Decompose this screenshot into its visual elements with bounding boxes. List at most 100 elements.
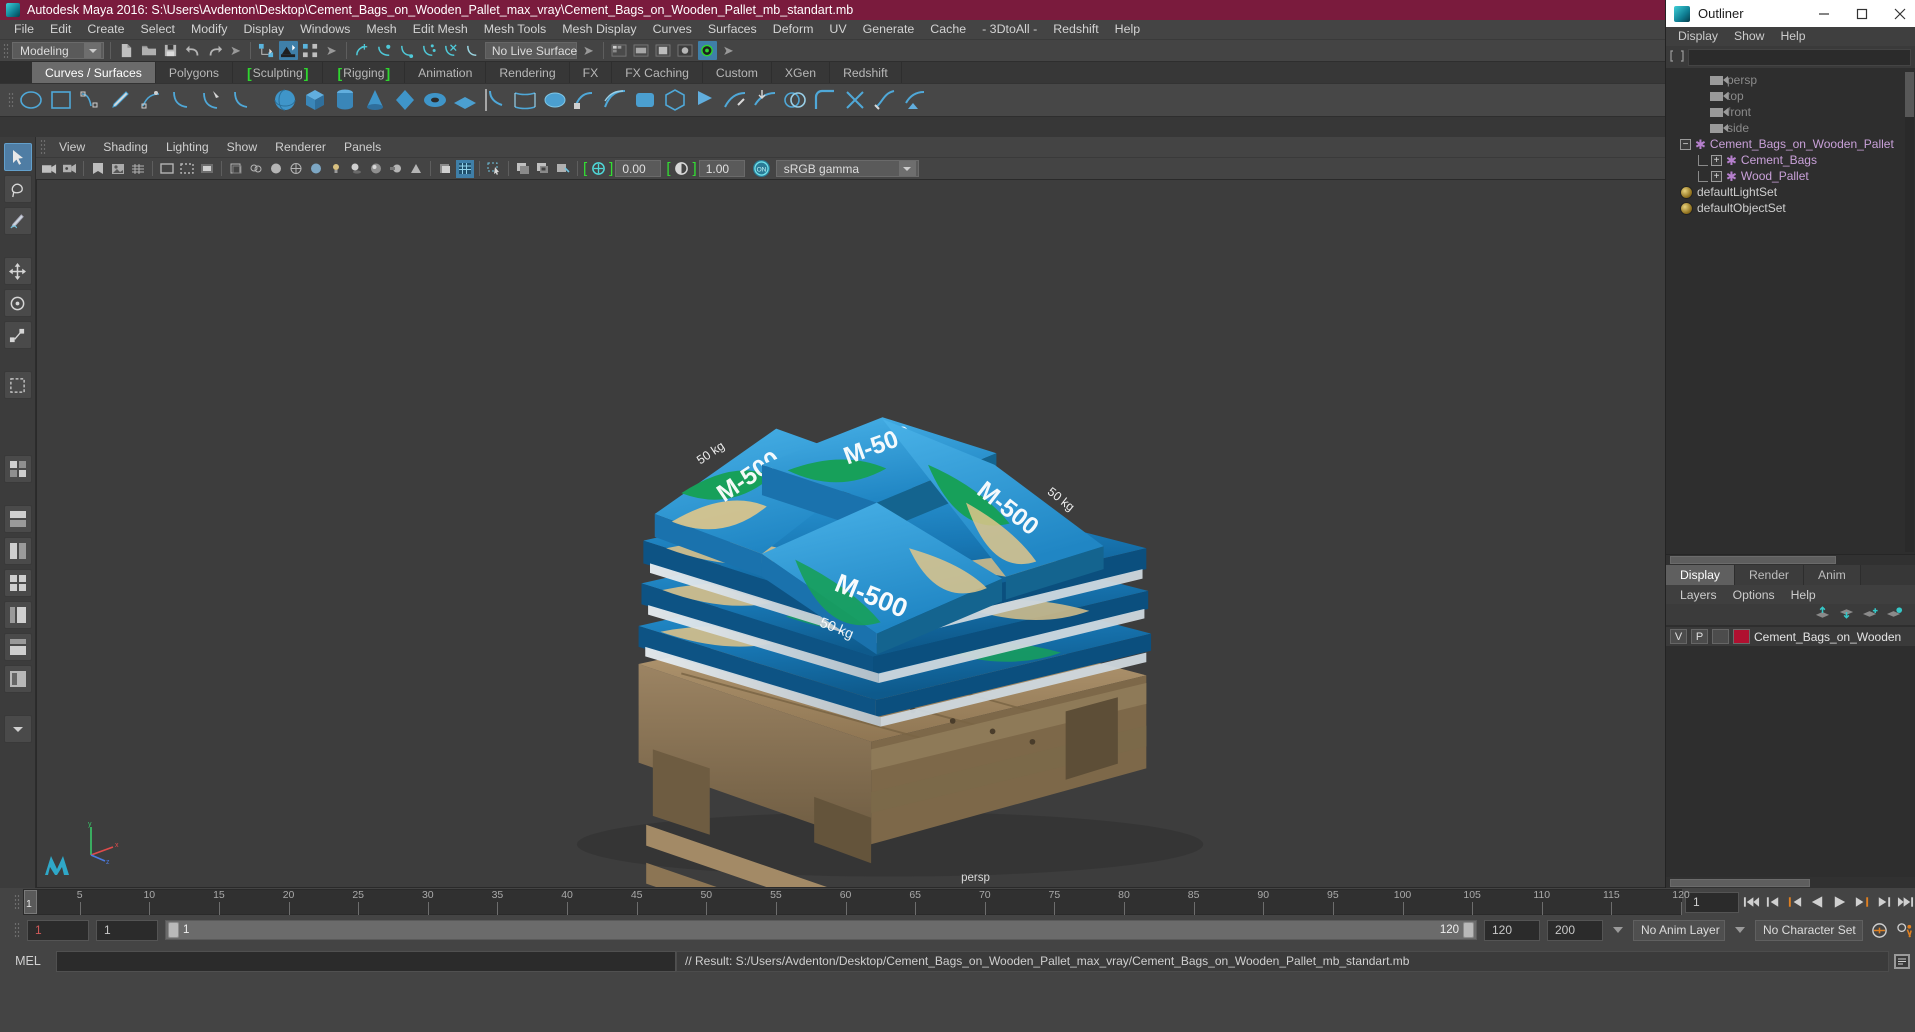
- ipr-render-icon[interactable]: [632, 41, 651, 60]
- menu-item-curves[interactable]: Curves: [645, 20, 700, 39]
- menu-item-generate[interactable]: Generate: [855, 20, 923, 39]
- auto-keyframe-icon[interactable]: [1870, 920, 1889, 941]
- cube-icon[interactable]: [302, 87, 328, 113]
- character-set-field[interactable]: No Character Set: [1755, 919, 1863, 941]
- torus-icon[interactable]: [422, 87, 448, 113]
- menu-item-cache[interactable]: Cache: [922, 20, 974, 39]
- outliner-search-input[interactable]: [1688, 48, 1911, 66]
- single-pane-layout[interactable]: [3, 455, 32, 483]
- wireframe-icon[interactable]: [287, 160, 305, 178]
- move-layer-up-icon[interactable]: [1814, 606, 1831, 623]
- trim-icon[interactable]: [722, 87, 748, 113]
- exposure-value[interactable]: 0.00: [615, 160, 662, 177]
- outliner-item-cement-bags-on-wooden-pallet[interactable]: − ✱ Cement_Bags_on_Wooden_Pallet: [1666, 136, 1915, 152]
- select-hierarchy-icon[interactable]: [257, 41, 276, 60]
- stitch-icon[interactable]: [842, 87, 868, 113]
- planar-icon[interactable]: [542, 87, 568, 113]
- outliner-item-wood-pallet[interactable]: + ✱ Wood_Pallet: [1666, 168, 1915, 184]
- animation-preferences-icon[interactable]: [1896, 920, 1915, 941]
- command-language-label[interactable]: MEL: [0, 954, 56, 968]
- range-end-field[interactable]: 120: [1484, 919, 1540, 941]
- redshift-render-icon[interactable]: [697, 41, 717, 60]
- image-plane-icon[interactable]: [109, 160, 127, 178]
- layer-shading-toggle[interactable]: [1712, 629, 1729, 644]
- loft-icon[interactable]: [512, 87, 538, 113]
- collapse-arrow-icon[interactable]: ➤: [323, 43, 340, 59]
- four-pane-layout[interactable]: [3, 569, 32, 597]
- expand-expander-icon[interactable]: +: [1711, 170, 1722, 182]
- current-frame-field[interactable]: 1: [1685, 891, 1739, 913]
- resolution-gate-icon[interactable]: [178, 160, 196, 178]
- script-editor-icon[interactable]: [1889, 951, 1915, 972]
- menu-item-modify[interactable]: Modify: [183, 20, 236, 39]
- menuset-selector[interactable]: Modeling: [12, 42, 104, 59]
- snap-curve-icon[interactable]: [375, 41, 394, 60]
- viewport-menu-renderer[interactable]: Renderer: [266, 137, 335, 157]
- viewport-menu-lighting[interactable]: Lighting: [157, 137, 218, 157]
- viewport-menu-shading[interactable]: Shading: [94, 137, 157, 157]
- motion-blur-icon[interactable]: [387, 160, 405, 178]
- grid-toggle-icon[interactable]: [129, 160, 147, 178]
- toolbar-grip[interactable]: [3, 42, 9, 59]
- shelf-tab-rigging[interactable]: [Rigging]: [323, 62, 406, 83]
- playhead[interactable]: 1: [24, 890, 37, 914]
- menu-item-edit-mesh[interactable]: Edit Mesh: [405, 20, 476, 39]
- render-current-frame-icon[interactable]: [610, 41, 629, 60]
- sphere-icon[interactable]: [272, 87, 298, 113]
- open-scene-icon[interactable]: [139, 41, 158, 60]
- go-to-end-button[interactable]: [1896, 892, 1915, 913]
- close-button[interactable]: [1885, 0, 1915, 27]
- step-back-keyframe-button[interactable]: [1764, 892, 1783, 913]
- outliner-persp-layout[interactable]: [3, 665, 32, 693]
- screen-space-ao-icon[interactable]: [367, 160, 385, 178]
- layer-row[interactable]: V P Cement_Bags_on_Wooden: [1666, 627, 1915, 646]
- outliner-item-defaultobjectset[interactable]: defaultObjectSet: [1666, 200, 1915, 216]
- attach-curve-icon[interactable]: [228, 87, 254, 113]
- layer-list[interactable]: V P Cement_Bags_on_Wooden: [1666, 625, 1915, 877]
- outliner-item-persp[interactable]: persp: [1666, 72, 1915, 88]
- outliner-item-front[interactable]: front: [1666, 104, 1915, 120]
- scale-tool[interactable]: [3, 321, 32, 349]
- time-slider-grip[interactable]: [14, 894, 20, 910]
- outliner-horizontal-scrollbar[interactable]: [1666, 554, 1915, 565]
- layer-editor-tab-render[interactable]: Render: [1734, 565, 1804, 585]
- layer-playback-toggle[interactable]: P: [1691, 629, 1708, 644]
- snap-grid-icon[interactable]: [353, 41, 372, 60]
- exposure-icon[interactable]: [589, 160, 607, 178]
- range-slider-grip[interactable]: [14, 922, 20, 938]
- scrollbar-thumb[interactable]: [1905, 72, 1914, 117]
- layer-color-swatch[interactable]: [1733, 629, 1750, 644]
- select-camera-icon[interactable]: [40, 160, 58, 178]
- select-mask-icon[interactable]: [485, 160, 503, 178]
- select-tool[interactable]: [3, 143, 32, 171]
- view-image-icon[interactable]: [554, 160, 572, 178]
- pencil-curve-icon[interactable]: [108, 87, 134, 113]
- gate-mask-icon[interactable]: [198, 160, 216, 178]
- redo-icon[interactable]: [205, 41, 224, 60]
- undo-icon[interactable]: [183, 41, 202, 60]
- magnet-icon[interactable]: [463, 41, 482, 60]
- two-pane-layout[interactable]: [3, 505, 32, 533]
- layer-editor-tab-anim[interactable]: Anim: [1803, 565, 1861, 585]
- isolate-select-icon[interactable]: [436, 160, 454, 178]
- quick-layout-more[interactable]: [3, 715, 32, 743]
- layer-visibility-toggle[interactable]: V: [1670, 629, 1687, 644]
- outliner-tree[interactable]: persp top front side − ✱ Cement_Bags_on_Wooden…: [1666, 68, 1915, 554]
- menu-item-deform[interactable]: Deform: [765, 20, 822, 39]
- chevron-down-icon[interactable]: [84, 43, 101, 58]
- color-profile-selector[interactable]: sRGB gamma: [775, 160, 919, 177]
- menu-item-help[interactable]: Help: [1107, 20, 1148, 39]
- extrude-icon[interactable]: [572, 87, 598, 113]
- textured-icon[interactable]: [307, 160, 325, 178]
- paint-select-tool[interactable]: [3, 207, 32, 235]
- collapse-arrow-icon[interactable]: ➤: [720, 43, 737, 59]
- cylinder-icon[interactable]: [332, 87, 358, 113]
- play-backwards-button[interactable]: [1808, 892, 1827, 913]
- chevron-down-icon[interactable]: [1610, 920, 1626, 941]
- step-forward-frame-button[interactable]: [1852, 892, 1871, 913]
- rotate-tool[interactable]: [3, 289, 32, 317]
- new-layer-from-selected-icon[interactable]: [1886, 606, 1903, 623]
- outliner-menu-help[interactable]: Help: [1772, 27, 1813, 46]
- snapshot-icon[interactable]: [514, 160, 532, 178]
- outliner-menu-display[interactable]: Display: [1670, 27, 1726, 46]
